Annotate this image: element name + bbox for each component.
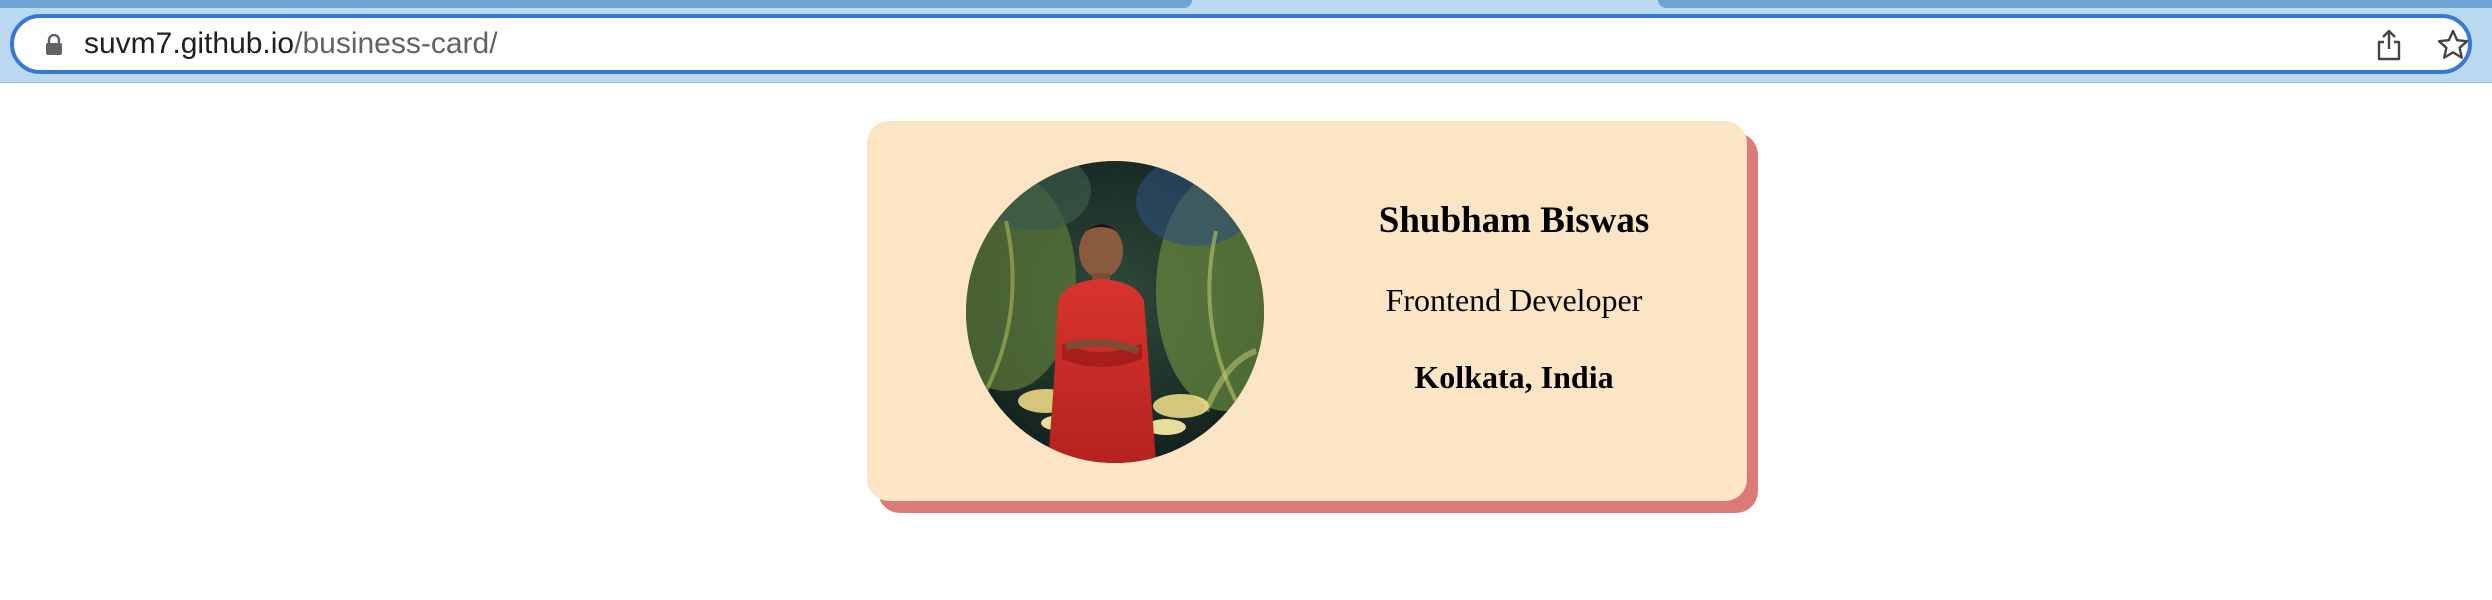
lock-icon[interactable]: [44, 34, 64, 56]
job-title: Frontend Developer: [1385, 282, 1643, 318]
url-host: suvm7.github.io: [84, 27, 295, 60]
address-bar[interactable]: suvm7.github.io/business-card/: [10, 14, 2472, 74]
location: Kolkata, India: [1414, 359, 1614, 395]
tab-strip: [0, 0, 1192, 8]
profile-photo: [966, 161, 1264, 463]
url-text[interactable]: suvm7.github.io/business-card/: [84, 18, 498, 70]
tab-strip: [1658, 0, 2492, 8]
star-icon[interactable]: [2436, 28, 2470, 62]
share-icon[interactable]: [2374, 28, 2404, 62]
person-name: Shubham Biswas: [1378, 200, 1650, 241]
url-path: /business-card/: [294, 27, 498, 60]
browser-toolbar: suvm7.github.io/business-card/: [0, 0, 2492, 83]
